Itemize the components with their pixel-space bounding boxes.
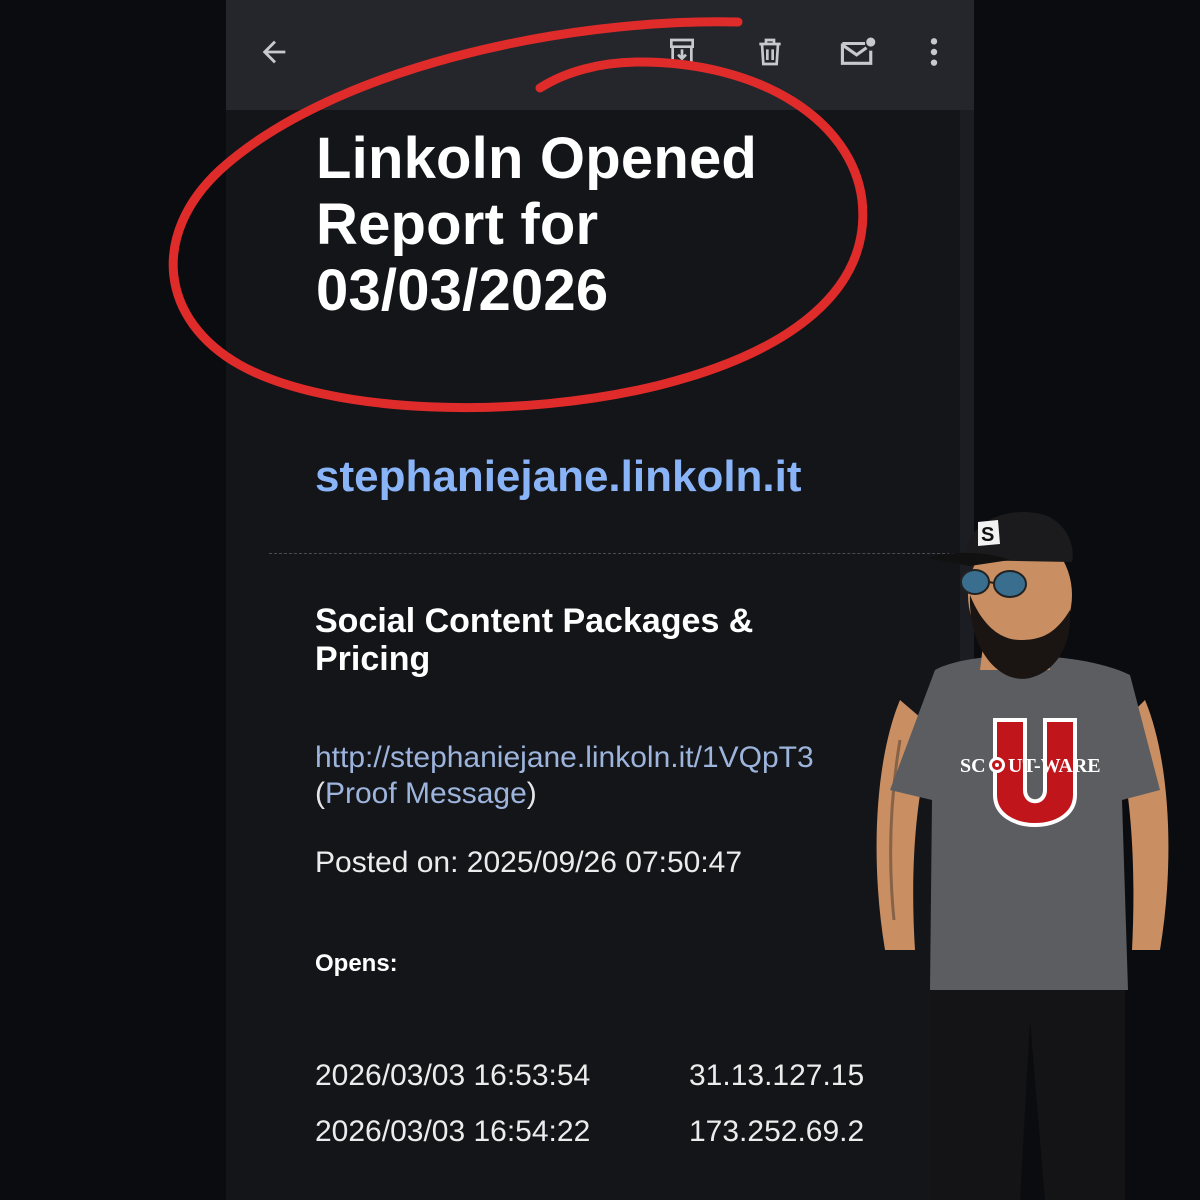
cap-letter: S [981,524,994,546]
top-app-bar [226,0,974,110]
pants [930,970,1125,1200]
open-timestamp: 2026/03/03 16:53:54 [315,1059,591,1092]
open-ip: 173.252.69.2 [689,1115,865,1148]
delete-icon[interactable] [746,28,794,76]
shirt-brand-left: SC [960,755,986,777]
opens-label: Opens: [315,950,398,977]
open-ip: 31.13.127.15 [689,1059,865,1092]
open-paren: ( [315,777,325,810]
email-body: Linkoln Opened Report for 03/03/2026 ste… [226,110,960,1200]
open-timestamp: 2026/03/03 16:54:22 [315,1115,591,1148]
proof-message-line: (Proof Message) [315,776,537,812]
close-paren: ) [526,777,537,810]
report-title: Linkoln Opened Report for 03/03/2026 [316,126,758,323]
more-vert-icon[interactable] [910,28,958,76]
mascot-character: SC UT-WARE S [876,512,1169,1200]
posted-on-text: Posted on: 2025/09/26 07:50:47 [315,846,743,879]
back-arrow-icon[interactable] [250,28,298,76]
message-url-link[interactable]: http://stephaniejane.linkoln.it/1VQpT3 [315,740,814,776]
archive-icon[interactable] [658,28,706,76]
message-subject: Social Content Packages & Pricing [315,602,754,678]
shirt-brand-right: UT-WARE [1008,755,1101,777]
dashed-divider [269,553,960,554]
screenshot-stage: Linkoln Opened Report for 03/03/2026 ste… [0,0,1200,1200]
open-record-row: 2026/03/03 16:54:22 173.252.69.2 [315,1114,864,1150]
mark-unread-icon[interactable] [834,28,882,76]
proof-message-link[interactable]: Proof Message [325,777,527,810]
sender-domain-link[interactable]: stephaniejane.linkoln.it [315,452,802,502]
open-record-row: 2026/03/03 16:53:54 31.13.127.15 [315,1058,864,1094]
